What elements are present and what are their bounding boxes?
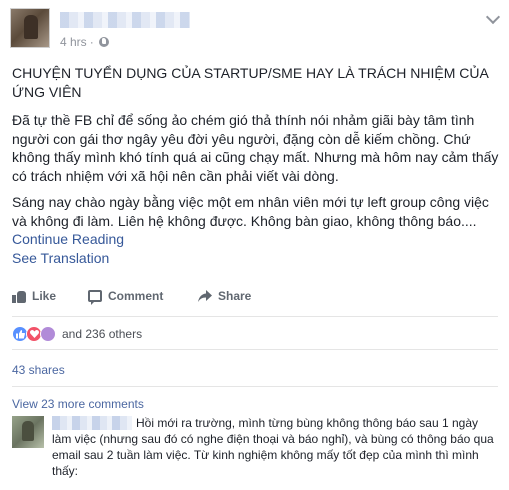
post-header: 4 hrs · (10, 8, 501, 58)
facebook-post: 4 hrs · CHUYỆN TUYỂN DỤNG CỦA STARTUP/SM… (0, 0, 509, 490)
chevron-down-icon[interactable] (485, 9, 501, 25)
post-paragraph: Đã tự thề FB chỉ để sống ảo chém gió thả… (12, 112, 499, 184)
reactions-summary[interactable]: and 236 others (12, 324, 142, 344)
divider (12, 349, 498, 350)
like-button[interactable]: Like (12, 289, 56, 303)
shares-count[interactable]: 43 shares (12, 363, 65, 377)
continue-reading-link[interactable]: Continue Reading (12, 230, 500, 249)
reaction-flower-icon (40, 326, 56, 342)
divider (12, 386, 498, 387)
post-meta: 4 hrs · (60, 35, 109, 49)
share-arrow-icon (198, 290, 212, 302)
view-more-comments-link[interactable]: View 23 more comments (12, 397, 144, 411)
reaction-count[interactable]: and 236 others (62, 327, 142, 341)
post-paragraph: Sáng nay chào ngày bằng việc một em nhân… (12, 194, 489, 229)
comment-button[interactable]: Comment (88, 289, 164, 305)
post-title: CHUYỆN TUYỂN DỤNG CỦA STARTUP/SME HAY LÀ… (12, 65, 489, 100)
globe-icon[interactable] (98, 37, 109, 47)
post-body: CHUYỆN TUYỂN DỤNG CỦA STARTUP/SME HAY LÀ… (12, 64, 500, 267)
commenter-avatar[interactable] (12, 416, 44, 448)
see-translation-link[interactable]: See Translation (12, 249, 500, 268)
divider (12, 316, 498, 317)
post-time[interactable]: 4 hrs (60, 35, 87, 49)
share-button[interactable]: Share (198, 289, 251, 303)
share-label: Share (218, 289, 252, 303)
post-actions: Like Comment Share (0, 282, 509, 310)
comment-icon (88, 290, 102, 305)
thumbs-up-icon (12, 290, 26, 303)
like-label: Like (32, 289, 57, 303)
comment-label: Comment (108, 289, 164, 303)
author-name-blurred[interactable] (60, 12, 190, 28)
meta-separator: · (89, 35, 94, 49)
comment-text: Hồi mới ra trường, mình từng bùng không … (52, 416, 494, 478)
author-avatar[interactable] (10, 8, 50, 48)
